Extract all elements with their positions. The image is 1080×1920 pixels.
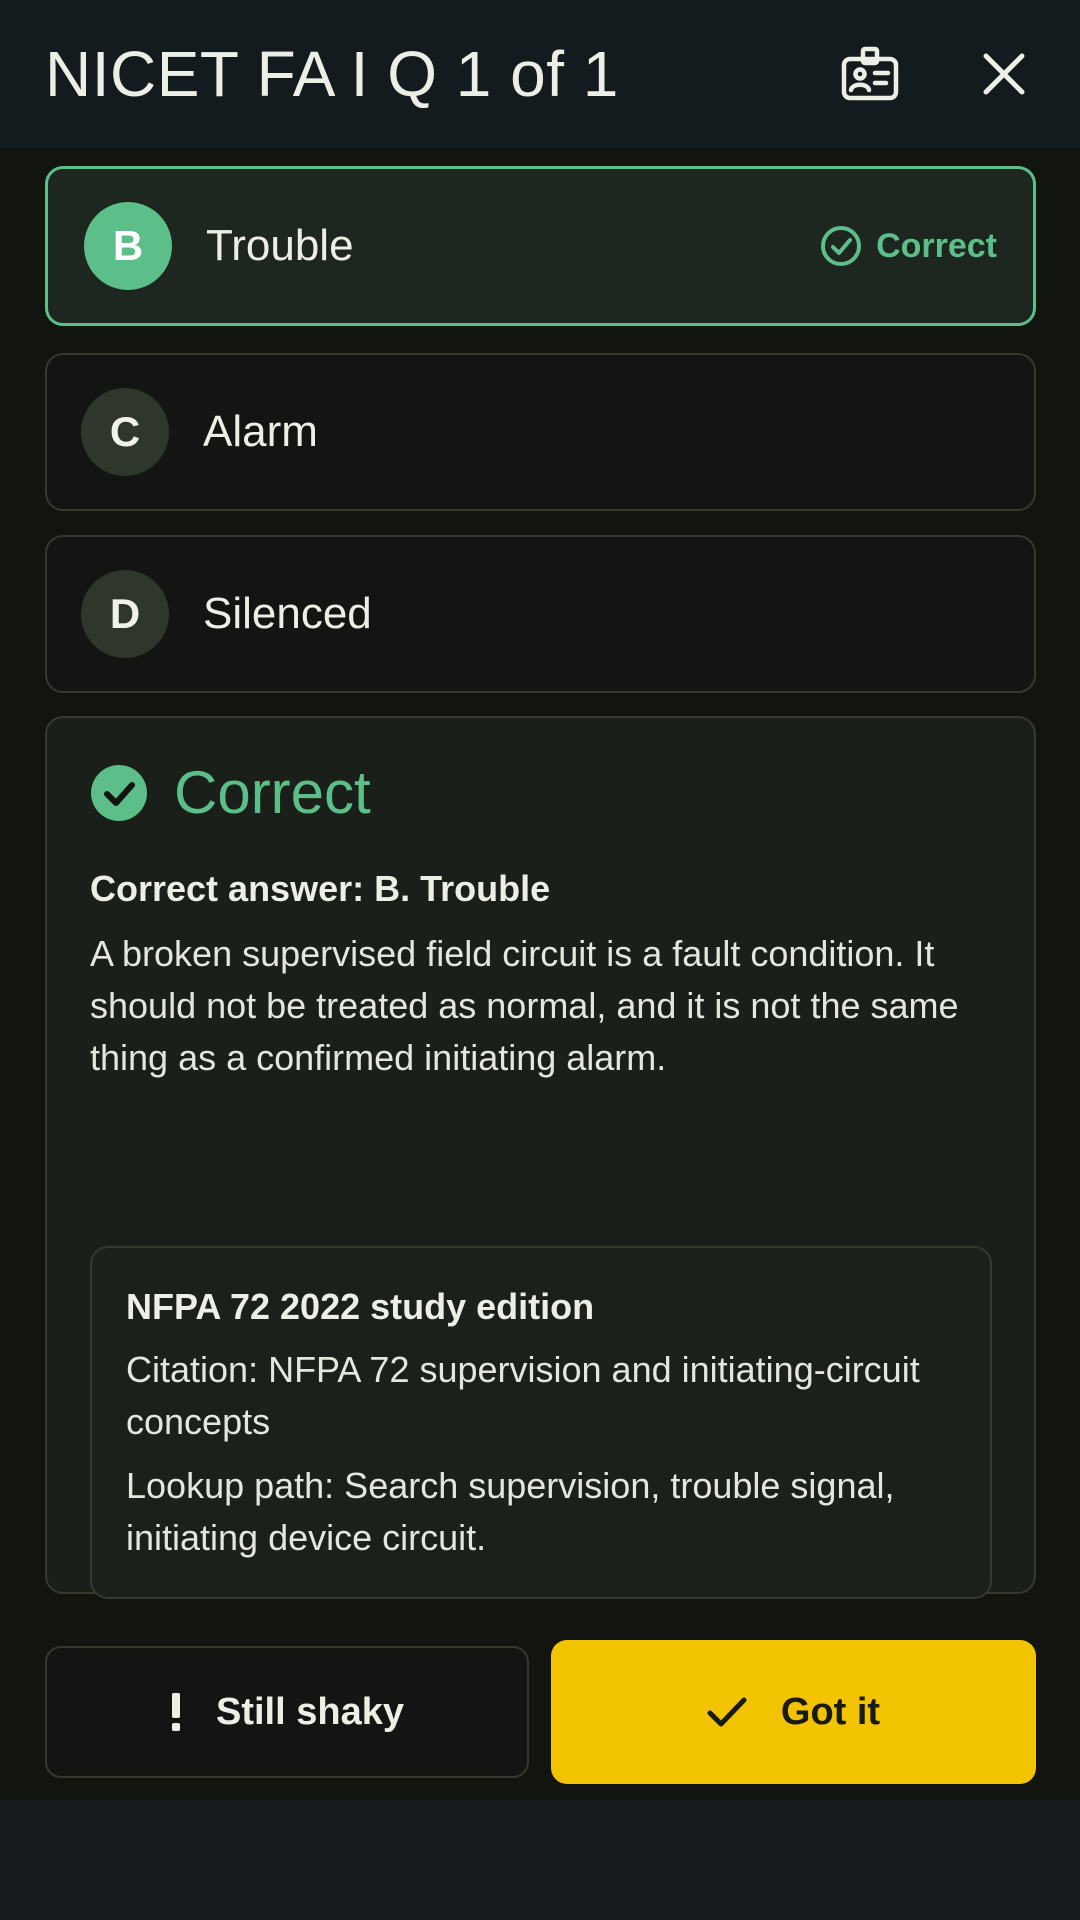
checkmark-icon bbox=[707, 1696, 747, 1728]
close-button[interactable] bbox=[959, 29, 1049, 119]
reference-title: NFPA 72 2022 study edition bbox=[126, 1286, 595, 1327]
got-it-label: Got it bbox=[780, 1690, 881, 1733]
still-shaky-button[interactable]: Still shaky bbox=[45, 1646, 529, 1778]
verdict: Correct bbox=[90, 758, 371, 827]
got-it-button[interactable]: Got it bbox=[551, 1640, 1036, 1784]
correct-answer-text: Correct answer: B. Trouble bbox=[90, 868, 551, 909]
answer-option-b[interactable]: B Trouble Correct bbox=[45, 166, 1036, 326]
page-title: NICET FA I Q 1 of 1 bbox=[45, 38, 619, 110]
option-letter-badge: C bbox=[81, 388, 169, 476]
bottom-spacer bbox=[0, 1800, 1080, 1920]
option-text: Silenced bbox=[203, 589, 372, 638]
top-bar: NICET FA I Q 1 of 1 bbox=[0, 0, 1080, 148]
option-letter-badge: D bbox=[81, 570, 169, 658]
reference-card: NFPA 72 2022 study edition Citation: NFP… bbox=[90, 1246, 992, 1599]
explanation-text: A broken supervised field circuit is a f… bbox=[90, 933, 959, 1078]
action-bar: Still shaky Got it bbox=[45, 1640, 1036, 1784]
quiz-app: NICET FA I Q 1 of 1 B Trouble Correct C … bbox=[0, 0, 1080, 1920]
verdict-label: Correct bbox=[174, 759, 371, 826]
id-badge-button[interactable] bbox=[825, 29, 915, 119]
option-status: Correct bbox=[820, 225, 997, 267]
exclamation-icon bbox=[170, 1693, 182, 1731]
reference-lookup-path: Lookup path: Search supervision, trouble… bbox=[126, 1465, 895, 1558]
check-circle-icon bbox=[821, 226, 862, 266]
feedback-panel: Correct Correct answer: B. Trouble A bro… bbox=[45, 716, 1036, 1599]
answer-option-c[interactable]: C Alarm bbox=[45, 353, 1036, 511]
option-text: Alarm bbox=[203, 407, 318, 456]
close-icon bbox=[983, 53, 1025, 95]
question-content: B Trouble Correct C Alarm D Silenced Cor… bbox=[0, 148, 1080, 1800]
option-letter-badge: B bbox=[84, 202, 172, 290]
id-badge-icon bbox=[841, 46, 899, 101]
check-circle-filled-icon bbox=[91, 764, 147, 821]
option-text: Trouble bbox=[206, 221, 354, 270]
option-status-label: Correct bbox=[876, 226, 997, 265]
answer-option-d[interactable]: D Silenced bbox=[45, 535, 1036, 693]
reference-citation: Citation: NFPA 72 supervision and initia… bbox=[126, 1349, 920, 1442]
still-shaky-label: Still shaky bbox=[216, 1690, 404, 1733]
